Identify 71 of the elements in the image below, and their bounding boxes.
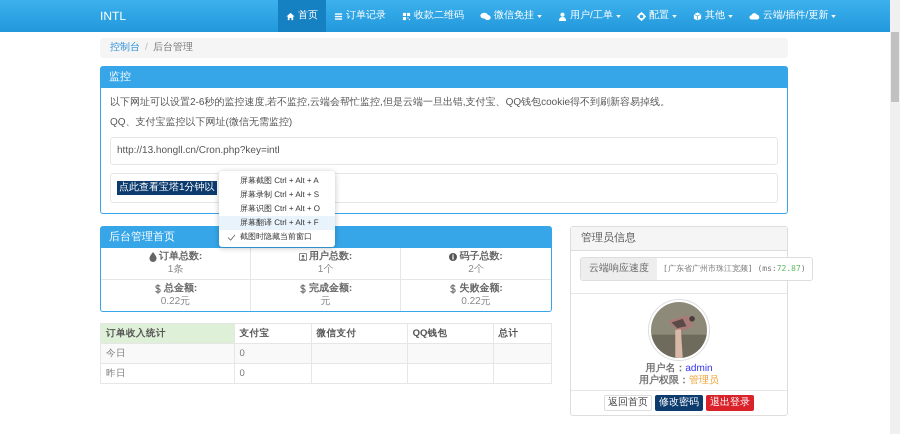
stat-label: 用户总数: [308, 251, 352, 263]
menu-item[interactable]: 屏幕录制 Ctrl + Alt + S [219, 188, 335, 202]
stat-label: 完成金额: [308, 283, 352, 295]
column-header: QQ钱包 [407, 324, 494, 344]
menu-item[interactable]: 屏幕翻译 Ctrl + Alt + F [219, 216, 335, 230]
home-icon [286, 12, 295, 20]
stat-value: 0.22元 [461, 296, 491, 308]
monitor-subtitle: QQ、支付宝监控以下网址(微信无需监控) [110, 117, 294, 129]
stat-label: 总金额: [164, 283, 198, 295]
nav-item[interactable]: 微信免挂 [472, 0, 550, 32]
nav-item[interactable]: 配置 [628, 0, 685, 32]
panel-title: 管理员信息 [581, 232, 636, 244]
home-button[interactable]: 返回首页 [604, 395, 652, 411]
stat-value: 2个 [468, 264, 484, 276]
nav-item[interactable]: 其他 [684, 0, 741, 32]
caret-icon [728, 14, 733, 18]
stat-value: 1条 [168, 264, 184, 276]
speed-label: 云端响应速度 [581, 258, 657, 280]
user-role: 管理员 [689, 375, 719, 386]
list-icon [334, 12, 343, 20]
menu-item[interactable]: 截图时隐藏当前窗口 [219, 230, 335, 244]
role-label: 用户权限： [639, 375, 689, 386]
column-header: 微信支付 [311, 324, 408, 344]
user-card-icon [298, 252, 307, 262]
qrcode-icon [402, 12, 411, 20]
nav-item[interactable]: 首页 [278, 0, 326, 32]
checkmark-icon [227, 234, 236, 240]
caret-icon [672, 14, 677, 18]
stat-label: 订单总数: [158, 251, 202, 263]
dollar-icon [298, 284, 307, 294]
stat-label: 码子总数: [459, 251, 503, 263]
cube-icon [692, 12, 702, 20]
stat-value: 元 [320, 296, 330, 308]
monitor-url: http://13.hongll.cn/Cron.php?key=intl [117, 145, 280, 156]
caret-icon [616, 14, 621, 18]
nav-item[interactable]: 收款二维码 [394, 0, 472, 32]
stat-value: 1个 [318, 264, 334, 276]
menu-item[interactable]: 屏幕截图 Ctrl + Alt + A [219, 174, 335, 188]
help-button[interactable]: 点此查看宝塔1分钟以 [117, 181, 217, 195]
table-cell: 昨日 [106, 368, 126, 379]
cloud-icon [748, 12, 760, 20]
breadcrumb-separator: / [145, 42, 148, 54]
column-header: 订单收入统计 [100, 324, 234, 344]
scrollbar[interactable] [890, 0, 900, 434]
table-cell: 0 [240, 348, 245, 359]
panel-title: 监控 [109, 71, 131, 83]
breadcrumb-link[interactable]: 控制台 [110, 42, 140, 54]
caret-icon [831, 14, 836, 18]
user-icon [558, 12, 567, 20]
nav-item[interactable]: 云端/插件/更新 [740, 0, 844, 32]
username: admin [685, 363, 713, 374]
table-cell: 0 [240, 368, 245, 379]
stat-label: 失败金额: [459, 283, 503, 295]
info-icon [449, 252, 458, 262]
brand-name[interactable]: INTL [100, 8, 278, 24]
chat-icon [480, 12, 491, 20]
drop-icon [148, 252, 157, 262]
monitor-notice: 以下网址可以设置2-6秒的监控速度,若不监控,云端会帮忙监控,但是云端一旦出错,支付宝、QQ钱包cookie得不到刷新容易掉线。 [110, 97, 672, 109]
table-cell: 今日 [106, 348, 126, 359]
caret-icon [537, 14, 542, 18]
dollar-icon [154, 284, 162, 294]
dollar-icon [449, 284, 458, 294]
nav-item[interactable]: 用户/工单 [550, 0, 629, 32]
stat-value: 0.22元 [160, 296, 190, 308]
username-label: 用户名： [645, 363, 686, 374]
menu-item[interactable]: 屏幕识图 Ctrl + Alt + O [219, 202, 335, 216]
panel-title: 后台管理首页 [109, 231, 175, 243]
gear-icon [636, 12, 646, 20]
speed-reading: [广东省广州市珠江宽频] (ms:72.87) [662, 263, 807, 276]
nav-item[interactable]: 订单记录 [326, 0, 394, 32]
breadcrumb-current: 后台管理 [152, 42, 193, 54]
